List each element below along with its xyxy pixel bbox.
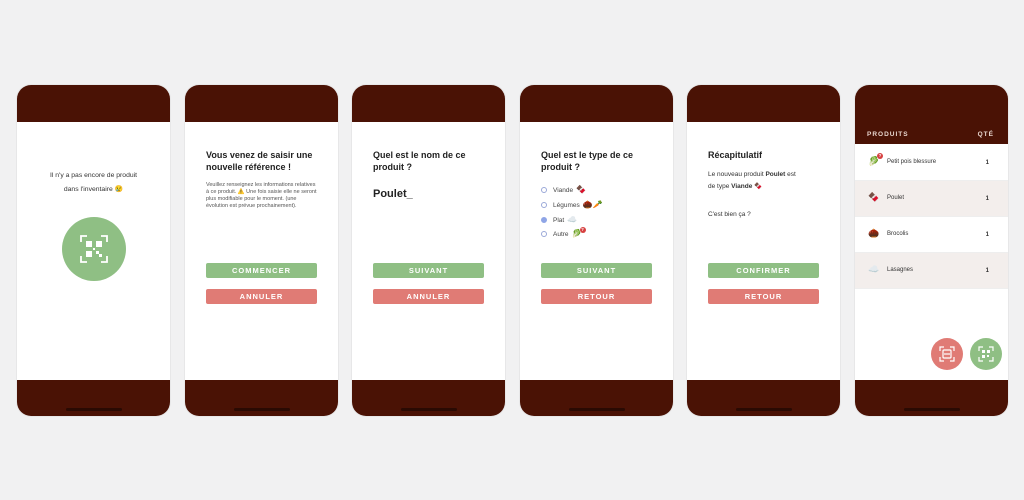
back-button[interactable]: RETOUR bbox=[541, 289, 652, 304]
phone-inventory-list: PRODUITS QTÉ 🥬 ? Petit pois blessure 1 🍫… bbox=[855, 85, 1008, 416]
chocolate-icon: 🍫 bbox=[754, 183, 763, 190]
bottom-bar bbox=[687, 380, 840, 416]
list-header: PRODUITS QTÉ bbox=[855, 122, 1008, 144]
header-qty: QTÉ bbox=[977, 131, 994, 138]
scan-qr-button[interactable] bbox=[62, 217, 126, 281]
screen-content: PRODUITS QTÉ 🥬 ? Petit pois blessure 1 🍫… bbox=[855, 122, 1008, 380]
summary-text: Le nouveau produit Poulet est de type Vi… bbox=[708, 171, 796, 190]
page-title: Récapitulatif bbox=[708, 150, 763, 160]
home-indicator bbox=[903, 408, 960, 411]
screen-content: Il n'y a pas encore de produit dans l'in… bbox=[17, 122, 170, 380]
empty-message: Il n'y a pas encore de produit dans l'in… bbox=[49, 172, 138, 193]
table-row[interactable]: 🌰 Brocolis 1 bbox=[855, 217, 1008, 253]
qr-code-icon bbox=[80, 235, 108, 263]
phone-summary: Récapitulatif Le nouveau produit Poulet … bbox=[687, 85, 840, 416]
screen-content: Quel est le type de ce produit ? Viande … bbox=[520, 122, 673, 380]
screen-content: Quel est le nom de ce produit ? Poulet_ … bbox=[352, 122, 505, 380]
screen-content: Récapitulatif Le nouveau produit Poulet … bbox=[687, 122, 840, 380]
bottom-bar bbox=[185, 380, 338, 416]
back-button[interactable]: RETOUR bbox=[708, 289, 819, 304]
table-row[interactable]: ☁️ Lasagnes 1 bbox=[855, 253, 1008, 289]
start-button[interactable]: COMMENCER bbox=[206, 263, 317, 278]
type-option-autre[interactable]: Autre 🥬 ? bbox=[541, 227, 586, 239]
cancel-button[interactable]: ANNULER bbox=[206, 289, 317, 304]
next-button[interactable]: SUIVANT bbox=[373, 263, 484, 278]
status-bar bbox=[520, 85, 673, 122]
cloud-icon: ☁️ bbox=[567, 215, 578, 224]
qr-code-icon bbox=[978, 346, 994, 362]
status-bar bbox=[17, 85, 170, 122]
page-title: Quel est le nom de ce produit ? bbox=[373, 150, 466, 172]
home-indicator bbox=[568, 408, 625, 411]
question-badge-icon: ? bbox=[579, 227, 586, 233]
vegetables-icon: 🌰🥕 bbox=[582, 200, 603, 209]
type-option-plat[interactable]: Plat ☁️ bbox=[541, 215, 577, 225]
chocolate-icon: 🍫 bbox=[868, 192, 880, 202]
next-button[interactable]: SUIVANT bbox=[541, 263, 652, 278]
scan-icon bbox=[939, 346, 955, 362]
screen-content: Vous venez de saisir une nouvelle référe… bbox=[185, 122, 338, 380]
phone-product-type: Quel est le type de ce produit ? Viande … bbox=[520, 85, 673, 416]
home-indicator bbox=[400, 408, 457, 411]
status-bar bbox=[855, 85, 1008, 122]
status-bar bbox=[687, 85, 840, 122]
scan-button[interactable] bbox=[931, 338, 963, 370]
summary-product-name: Poulet bbox=[765, 171, 786, 178]
bottom-bar bbox=[17, 380, 170, 416]
page-title: Vous venez de saisir une nouvelle référe… bbox=[206, 150, 313, 172]
phone-new-reference: Vous venez de saisir une nouvelle référe… bbox=[185, 85, 338, 416]
bottom-bar bbox=[352, 380, 505, 416]
home-indicator bbox=[233, 408, 290, 411]
confirm-question: C'est bien ça ? bbox=[708, 211, 751, 218]
cloud-icon: ☁️ bbox=[868, 264, 880, 274]
bottom-bar bbox=[520, 380, 673, 416]
qr-scan-button[interactable] bbox=[970, 338, 1002, 370]
radio-autre[interactable] bbox=[541, 231, 547, 237]
table-row[interactable]: 🥬 ? Petit pois blessure 1 bbox=[855, 145, 1008, 181]
chocolate-icon: 🍫 bbox=[576, 185, 587, 194]
confirm-button[interactable]: CONFIRMER bbox=[708, 263, 819, 278]
cancel-button[interactable]: ANNULER bbox=[373, 289, 484, 304]
bottom-bar bbox=[855, 380, 1008, 416]
radio-legumes[interactable] bbox=[541, 202, 547, 208]
type-option-viande[interactable]: Viande 🍫 bbox=[541, 185, 586, 195]
home-indicator bbox=[65, 408, 122, 411]
header-products: PRODUITS bbox=[867, 131, 909, 138]
type-option-legumes[interactable]: Légumes 🌰🥕 bbox=[541, 200, 603, 210]
phone-empty-inventory: Il n'y a pas encore de produit dans l'in… bbox=[17, 85, 170, 416]
product-name-input[interactable]: Poulet_ bbox=[373, 188, 413, 200]
radio-viande[interactable] bbox=[541, 187, 547, 193]
page-title: Quel est le type de ce produit ? bbox=[541, 150, 634, 172]
question-badge-icon: ? bbox=[877, 153, 883, 159]
chestnut-icon: 🌰 bbox=[868, 228, 880, 238]
home-indicator bbox=[735, 408, 792, 411]
info-text: Veuillez renseignez les informations rel… bbox=[206, 182, 317, 209]
status-bar bbox=[352, 85, 505, 122]
table-row[interactable]: 🍫 Poulet 1 bbox=[855, 181, 1008, 217]
radio-plat[interactable] bbox=[541, 217, 547, 223]
summary-product-type: Viande bbox=[731, 183, 753, 190]
status-bar bbox=[185, 85, 338, 122]
phone-product-name: Quel est le nom de ce produit ? Poulet_ … bbox=[352, 85, 505, 416]
